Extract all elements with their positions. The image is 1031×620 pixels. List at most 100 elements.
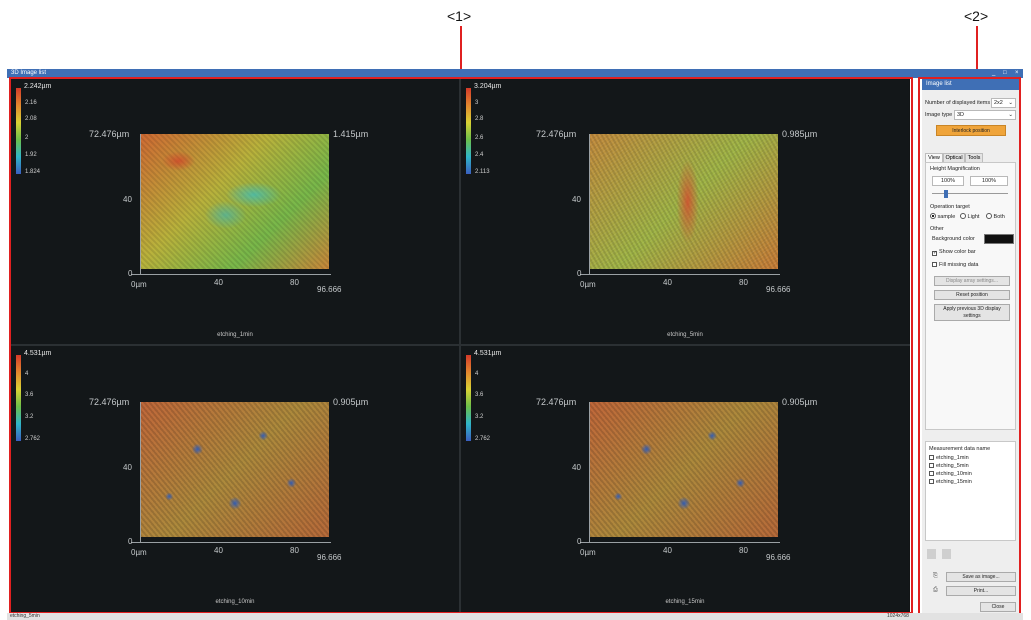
background-color-swatch[interactable] bbox=[984, 234, 1014, 244]
fill-missing-data-checkbox[interactable]: Fill missing data bbox=[932, 262, 978, 268]
color-bar bbox=[466, 355, 471, 441]
magnification-value-2[interactable]: 100% bbox=[970, 176, 1008, 186]
callout-2: <2> bbox=[964, 8, 989, 24]
colorbar-tick: 2.113 bbox=[475, 169, 490, 175]
tab-view[interactable]: View bbox=[925, 153, 943, 162]
x-axis-end-label: 96.666 bbox=[317, 553, 342, 562]
x-axis-tick-label: 40 bbox=[663, 278, 672, 287]
colorbar-tick: 1.824 bbox=[25, 169, 41, 175]
close-window-button[interactable]: × bbox=[1015, 69, 1019, 78]
magnification-value-1[interactable]: 100% bbox=[932, 176, 964, 186]
checkbox-checked-icon: ✓ bbox=[932, 250, 938, 256]
interlock-position-button[interactable]: Interlock position bbox=[936, 125, 1006, 136]
tab-tools[interactable]: Tools bbox=[965, 153, 983, 162]
radio-sample[interactable]: sample bbox=[930, 213, 955, 220]
x-axis-end-label: 96.666 bbox=[766, 553, 791, 562]
checkbox-checked-icon bbox=[929, 463, 934, 468]
y-axis-max-label: 72.476µm bbox=[536, 129, 577, 139]
z-axis-label: 0.905µm bbox=[782, 397, 818, 407]
measurement-item-label: etching_1min bbox=[936, 455, 969, 461]
measurement-item-label: etching_15min bbox=[936, 479, 972, 485]
colorbar-tick: 3.2 bbox=[475, 414, 484, 420]
apply-previous-3d-settings-button[interactable]: Apply previous 3D display settings bbox=[934, 304, 1010, 321]
radio-light-icon bbox=[960, 213, 966, 219]
y-axis bbox=[589, 402, 590, 543]
surface-3d-plot[interactable] bbox=[141, 402, 329, 537]
move-down-icon[interactable] bbox=[942, 549, 951, 559]
chevron-down-icon: ⌄ bbox=[1008, 112, 1013, 118]
image-type-value: 3D bbox=[957, 112, 965, 118]
tab-optical[interactable]: Optical bbox=[943, 153, 965, 162]
colorbar-tick: 2.16 bbox=[25, 100, 37, 106]
measurement-item[interactable]: etching_15min bbox=[929, 479, 972, 485]
measurement-item[interactable]: etching_10min bbox=[929, 471, 972, 477]
measurement-item-label: etching_10min bbox=[936, 471, 972, 477]
colorbar-tick: 2 bbox=[25, 135, 29, 141]
z-axis-label: 0.905µm bbox=[333, 397, 369, 407]
num-items-label: Number of displayed items bbox=[925, 100, 991, 106]
radio-sample-icon bbox=[930, 213, 936, 219]
close-button[interactable]: Close bbox=[980, 602, 1016, 612]
apply-previous-line1: Apply previous 3D display bbox=[943, 306, 1001, 312]
surface-3d-plot[interactable] bbox=[590, 402, 778, 537]
show-color-bar-checkbox[interactable]: ✓ Show color bar bbox=[932, 249, 976, 256]
maximize-button[interactable]: □ bbox=[1003, 69, 1007, 78]
image-pane-3[interactable]: 4.531µm 4 3.6 3.2 2.762 72.476µm 0.905µm… bbox=[11, 346, 459, 611]
colorbar-tick: 3.6 bbox=[25, 392, 34, 398]
reset-position-button[interactable]: Reset position bbox=[934, 290, 1010, 300]
x-axis-tick-label: 80 bbox=[290, 546, 299, 555]
x-axis-start-label: 0µm bbox=[580, 548, 596, 557]
minimize-button[interactable]: _ bbox=[992, 69, 995, 78]
measurement-item[interactable]: etching_5min bbox=[929, 463, 969, 469]
display-array-settings-button[interactable]: Display array settings... bbox=[934, 276, 1010, 286]
num-items-select[interactable]: 2x2 ⌄ bbox=[991, 98, 1016, 108]
panel-header: Image list bbox=[922, 79, 1019, 90]
x-axis bbox=[580, 274, 780, 275]
y-axis-zero-label: 0 bbox=[577, 269, 582, 278]
y-axis-mid-label: 40 bbox=[572, 463, 581, 472]
view-tab-content: Height Magnification 100% 100% Operation… bbox=[925, 162, 1016, 430]
save-as-image-button[interactable]: Save as image... bbox=[946, 572, 1016, 582]
colorbar-tick: 3 bbox=[475, 100, 479, 106]
image-pane-4[interactable]: 4.531µm 4 3.6 3.2 2.762 72.476µm 0.905µm… bbox=[461, 346, 909, 611]
image-pane-1[interactable]: 2.242µm 2.16 2.08 2 1.92 1.824 72.476µm … bbox=[11, 79, 459, 344]
radio-sample-label: sample bbox=[937, 214, 956, 220]
checkbox-checked-icon bbox=[929, 479, 934, 484]
image-pane-2[interactable]: 3.204µm 3 2.8 2.6 2.4 2.113 72.476µm 0.9… bbox=[461, 79, 909, 344]
magnification-slider-thumb[interactable] bbox=[944, 190, 948, 198]
surface-3d-plot[interactable] bbox=[590, 134, 778, 269]
operation-target-label: Operation target bbox=[930, 204, 970, 210]
print-button[interactable]: Print... bbox=[946, 586, 1016, 596]
background-color-label: Background color bbox=[932, 236, 975, 242]
pane-data-name: etching_15min bbox=[665, 599, 705, 605]
measurement-item[interactable]: etching_1min bbox=[929, 455, 969, 461]
fill-missing-data-label: Fill missing data bbox=[939, 262, 979, 268]
color-bar bbox=[16, 88, 21, 174]
image-type-label: Image type bbox=[925, 112, 953, 118]
z-axis-label: 1.415µm bbox=[333, 129, 369, 139]
y-axis-max-label: 72.476µm bbox=[89, 129, 130, 139]
move-up-icon[interactable] bbox=[927, 549, 936, 559]
surface-3d-plot[interactable] bbox=[141, 134, 329, 269]
height-magnification-label: Height Magnification bbox=[930, 166, 980, 172]
other-label: Other bbox=[930, 226, 944, 232]
measurement-data-list: Measurement data name etching_1min etchi… bbox=[925, 441, 1016, 541]
color-bar bbox=[16, 355, 21, 441]
colorbar-tick: 1.92 bbox=[25, 152, 37, 158]
x-axis-end-label: 96.666 bbox=[766, 285, 791, 294]
save-image-icon: ⎘ bbox=[933, 573, 938, 579]
apply-previous-line2: settings bbox=[963, 313, 981, 319]
y-axis bbox=[589, 134, 590, 275]
radio-both[interactable]: Both bbox=[986, 213, 1005, 220]
radio-light[interactable]: Light bbox=[960, 213, 979, 220]
colorbar-tick: 2.4 bbox=[475, 152, 484, 158]
y-axis-mid-label: 40 bbox=[572, 195, 581, 204]
y-axis-max-label: 72.476µm bbox=[89, 397, 130, 407]
x-axis-tick-label: 80 bbox=[290, 278, 299, 287]
show-color-bar-label: Show color bar bbox=[939, 249, 976, 255]
image-type-select[interactable]: 3D ⌄ bbox=[954, 110, 1016, 120]
y-axis-mid-label: 40 bbox=[123, 195, 132, 204]
checkbox-unchecked-icon bbox=[932, 262, 937, 267]
radio-both-label: Both bbox=[993, 214, 1005, 220]
status-left: etching_5min bbox=[10, 613, 40, 619]
